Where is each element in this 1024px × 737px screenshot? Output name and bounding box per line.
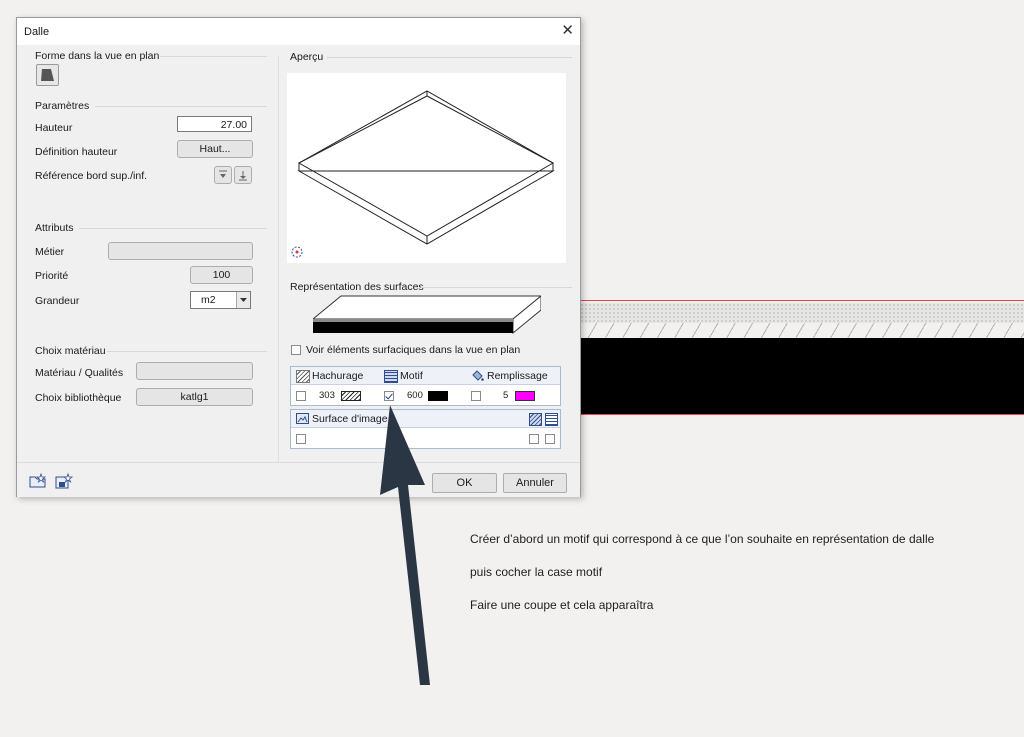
voir-elements-label: Voir éléments surfaciques dans la vue en… bbox=[306, 344, 521, 356]
remplissage-value[interactable]: 5 bbox=[503, 390, 508, 401]
cad-red-line-bottom bbox=[580, 414, 1024, 415]
col-motif: Motif bbox=[400, 370, 423, 382]
parametres-group-label: Paramètres bbox=[35, 100, 90, 112]
cad-hatch-layer bbox=[580, 303, 1024, 323]
hauteur-label: Hauteur bbox=[35, 122, 73, 134]
remplissage-swatch[interactable] bbox=[515, 391, 535, 401]
reference-bord-label: Référence bord sup./inf. bbox=[35, 170, 148, 182]
bibliotheque-button[interactable]: katlg1 bbox=[136, 388, 253, 406]
cad-red-line-top bbox=[580, 300, 1024, 301]
attributs-group-label: Attributs bbox=[35, 222, 74, 234]
image-settings-icon[interactable] bbox=[545, 413, 558, 426]
slab-preview-drawing bbox=[291, 90, 555, 258]
forme-group-label: Forme dans la vue en plan bbox=[35, 50, 160, 62]
hachurage-value[interactable]: 303 bbox=[319, 390, 335, 401]
qualites-button[interactable] bbox=[136, 362, 253, 380]
reference-top-icon[interactable] bbox=[214, 166, 232, 184]
chevron-down-icon[interactable] bbox=[236, 292, 250, 308]
surfaces-group-label: Représentation des surfaces bbox=[290, 281, 424, 293]
title-bar: Dalle ✕ bbox=[17, 18, 580, 45]
surface-representation-preview bbox=[313, 295, 541, 335]
cad-diagonal-layer bbox=[580, 323, 1024, 338]
slab-shape-icon[interactable] bbox=[36, 64, 59, 86]
remplissage-checkbox[interactable] bbox=[471, 391, 481, 401]
image-texture-checkbox[interactable] bbox=[529, 434, 539, 444]
dialog-title: Dalle bbox=[24, 26, 50, 38]
image-icon bbox=[296, 413, 309, 427]
col-remplissage: Remplissage bbox=[487, 370, 548, 382]
surface-image-checkbox[interactable] bbox=[296, 434, 306, 444]
grandeur-label: Grandeur bbox=[35, 295, 80, 307]
save-favorites-icon[interactable] bbox=[55, 472, 74, 492]
cancel-button[interactable]: Annuler bbox=[503, 473, 567, 493]
metier-button[interactable] bbox=[108, 242, 253, 260]
hauteur-input[interactable]: 27.00 bbox=[177, 116, 252, 132]
annotation-arrow bbox=[380, 405, 430, 685]
note-line-1: Créer d’abord un motif qui correspond à … bbox=[470, 532, 935, 546]
bibliotheque-label: Choix bibliothèque bbox=[35, 392, 122, 404]
image-texture-icon[interactable] bbox=[529, 413, 542, 426]
grandeur-value: m2 bbox=[201, 294, 216, 306]
hachurage-checkbox[interactable] bbox=[296, 391, 306, 401]
metier-label: Métier bbox=[35, 246, 65, 258]
materiau-group-label: Choix matériau bbox=[35, 345, 106, 357]
definition-hauteur-button[interactable]: Haut... bbox=[177, 140, 253, 158]
voir-elements-checkbox[interactable] bbox=[291, 345, 301, 355]
priorite-field[interactable]: 100 bbox=[190, 266, 253, 284]
hachurage-swatch[interactable] bbox=[341, 391, 361, 401]
definition-hauteur-label: Définition hauteur bbox=[35, 146, 118, 158]
dalle-dialog: Dalle ✕ Forme dans la vue en plan Paramè… bbox=[16, 17, 581, 497]
hachurage-icon bbox=[296, 370, 310, 383]
open-favorites-icon[interactable] bbox=[29, 472, 47, 492]
close-icon[interactable]: ✕ bbox=[561, 22, 574, 40]
qualites-label: Matériau / Qualités bbox=[35, 367, 124, 379]
column-separator bbox=[278, 56, 279, 462]
image-settings-checkbox[interactable] bbox=[545, 434, 555, 444]
dialog-footer: OK Annuler bbox=[17, 462, 580, 497]
motif-icon bbox=[384, 370, 398, 383]
paint-bucket-icon bbox=[471, 369, 484, 385]
note-line-3: Faire une coupe et cela apparaîtra bbox=[470, 598, 654, 612]
cad-slab-section bbox=[580, 338, 1024, 414]
reference-bottom-icon[interactable] bbox=[234, 166, 252, 184]
surfaces-table-header: Hachurage Motif Remplissage bbox=[291, 367, 560, 385]
apercu-preview bbox=[287, 73, 566, 263]
grandeur-select[interactable]: m2 bbox=[190, 291, 251, 309]
col-hachurage: Hachurage bbox=[312, 370, 364, 382]
apercu-group-label: Aperçu bbox=[290, 51, 324, 63]
note-line-2: puis cocher la case motif bbox=[470, 565, 603, 579]
priorite-label: Priorité bbox=[35, 270, 69, 282]
